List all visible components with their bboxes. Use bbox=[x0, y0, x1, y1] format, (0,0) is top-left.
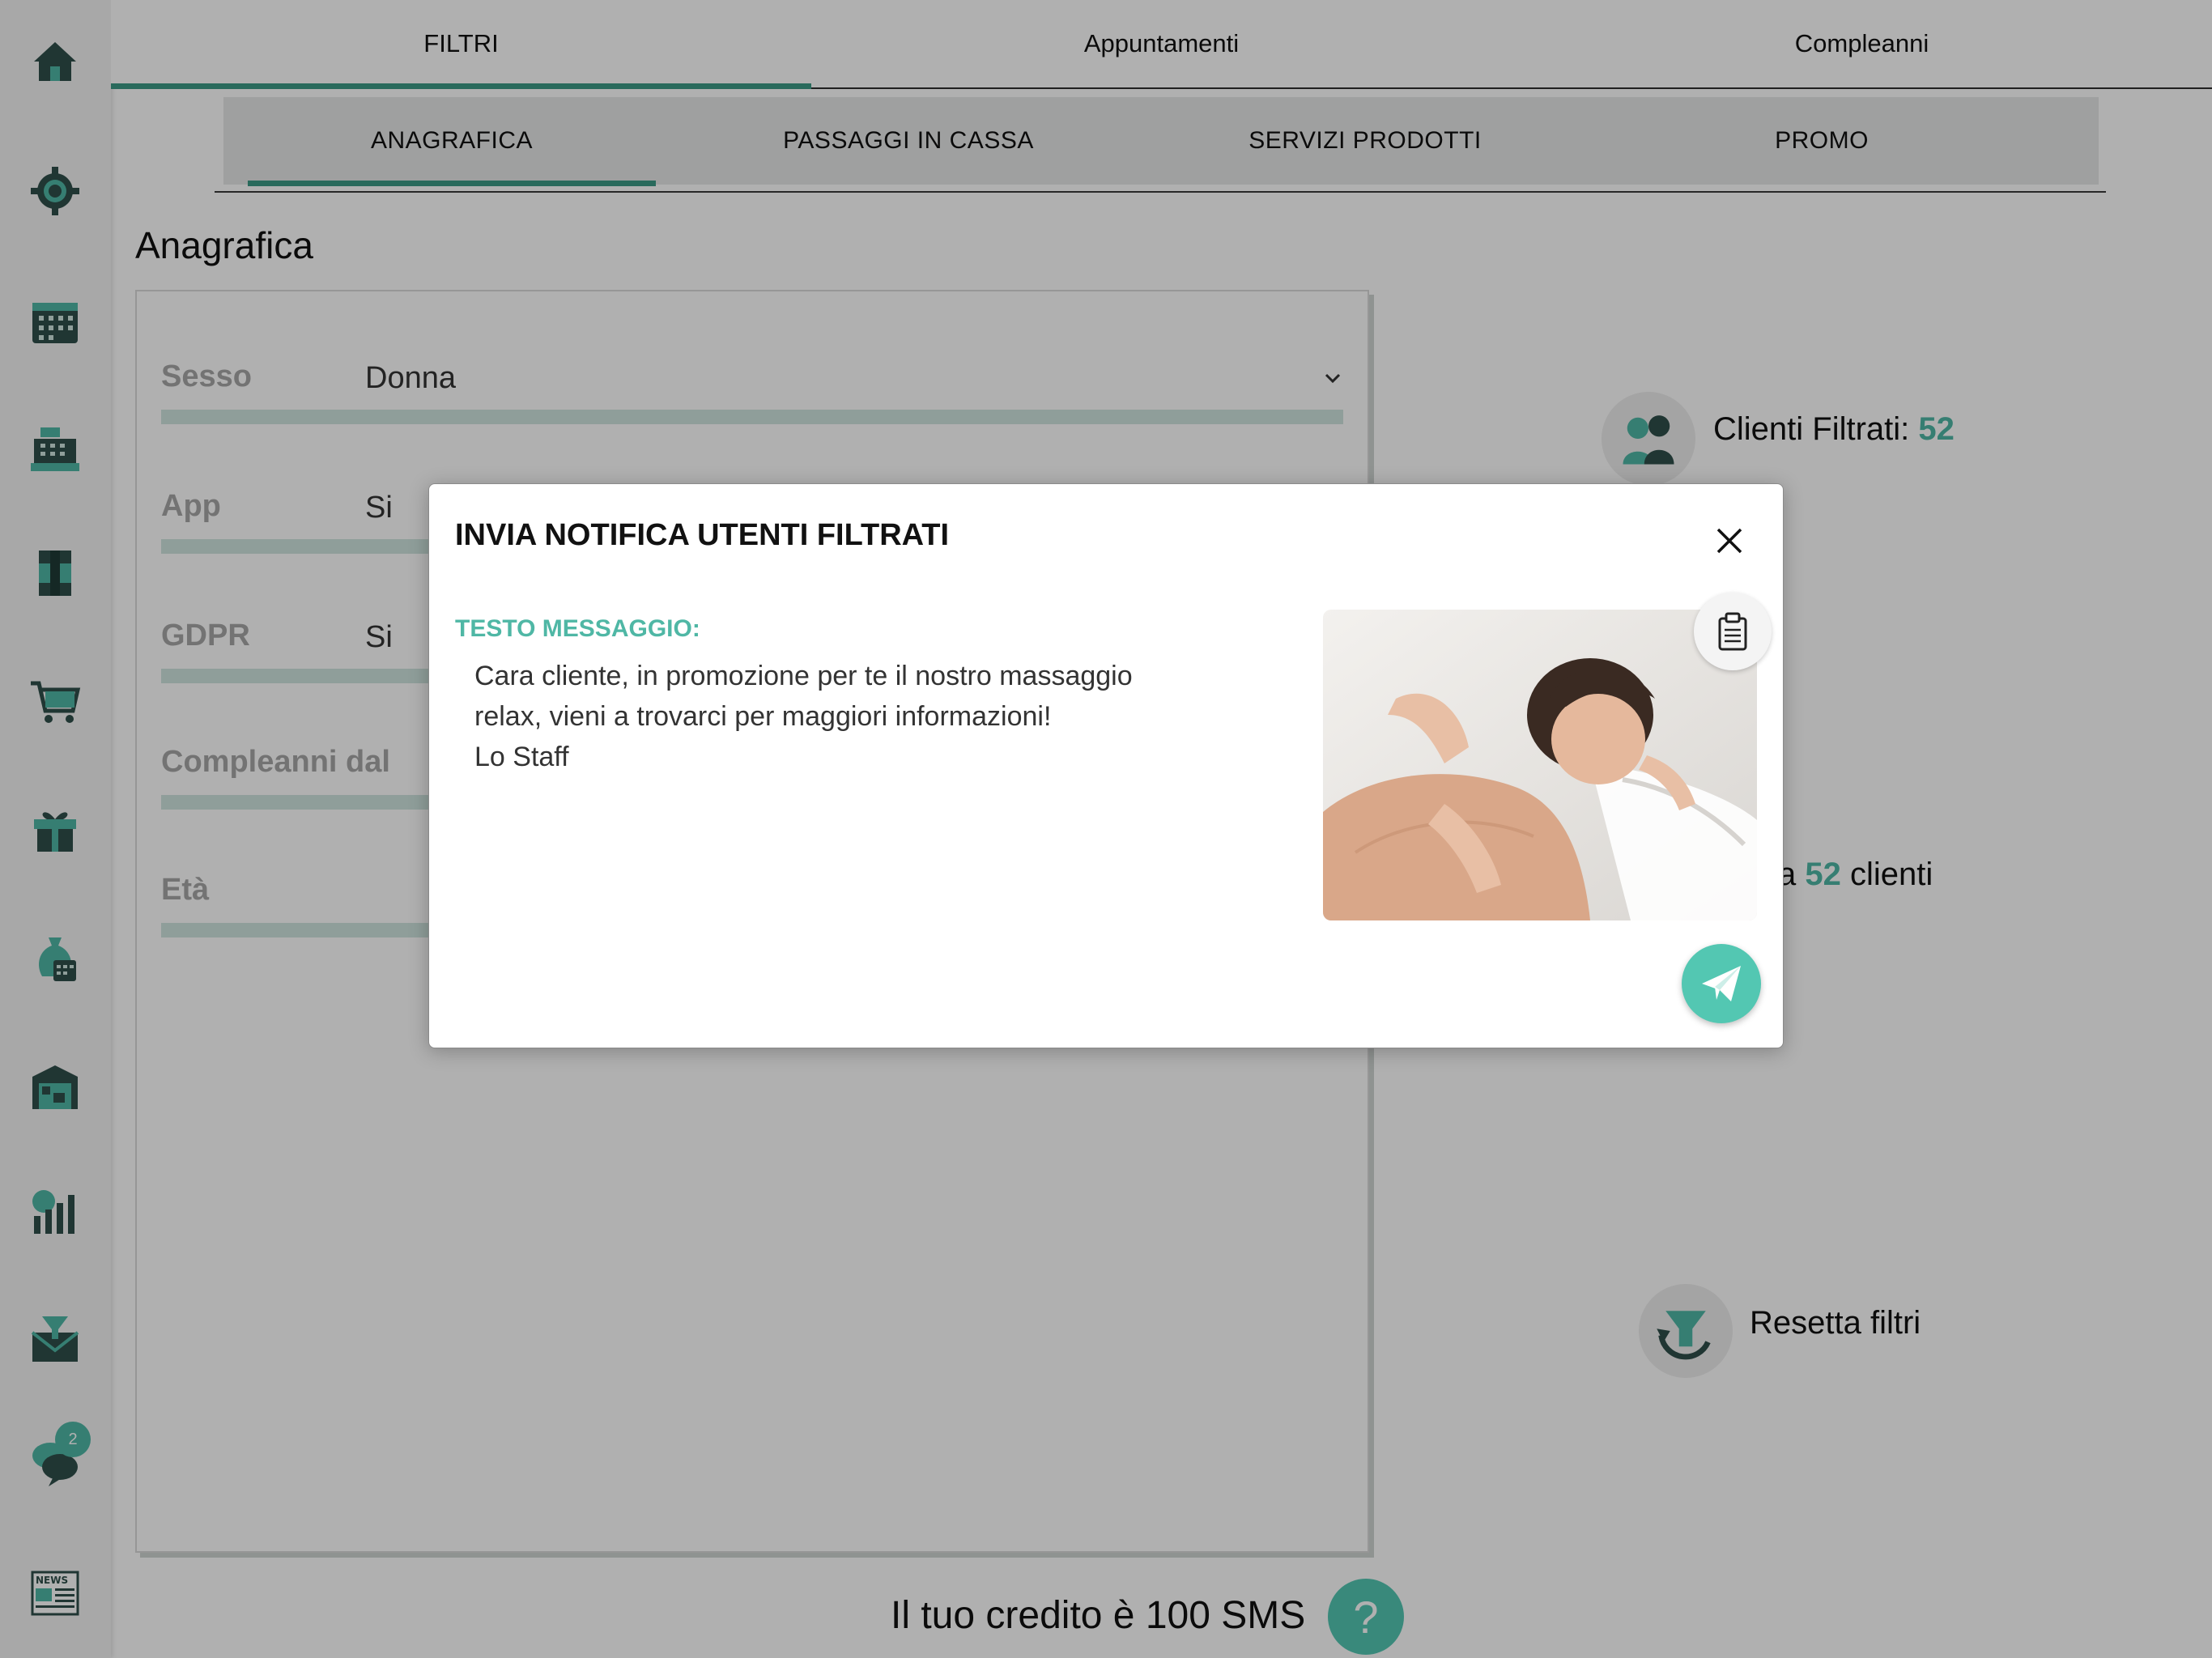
message-label: TESTO MESSAGGIO: bbox=[455, 615, 700, 642]
notification-modal: INVIA NOTIFICA UTENTI FILTRATI TESTO MES… bbox=[428, 483, 1784, 1048]
attach-button[interactable] bbox=[1694, 593, 1772, 670]
message-text: Cara cliente, in promozione per te il no… bbox=[474, 661, 1133, 772]
clipboard-icon bbox=[1718, 612, 1747, 651]
send-button[interactable] bbox=[1682, 944, 1761, 1023]
close-icon[interactable] bbox=[1715, 526, 1744, 555]
promo-image bbox=[1323, 610, 1757, 920]
paper-plane-icon bbox=[1702, 966, 1741, 1001]
massage-photo-icon bbox=[1323, 610, 1757, 920]
modal-title: INVIA NOTIFICA UTENTI FILTRATI bbox=[455, 518, 950, 552]
